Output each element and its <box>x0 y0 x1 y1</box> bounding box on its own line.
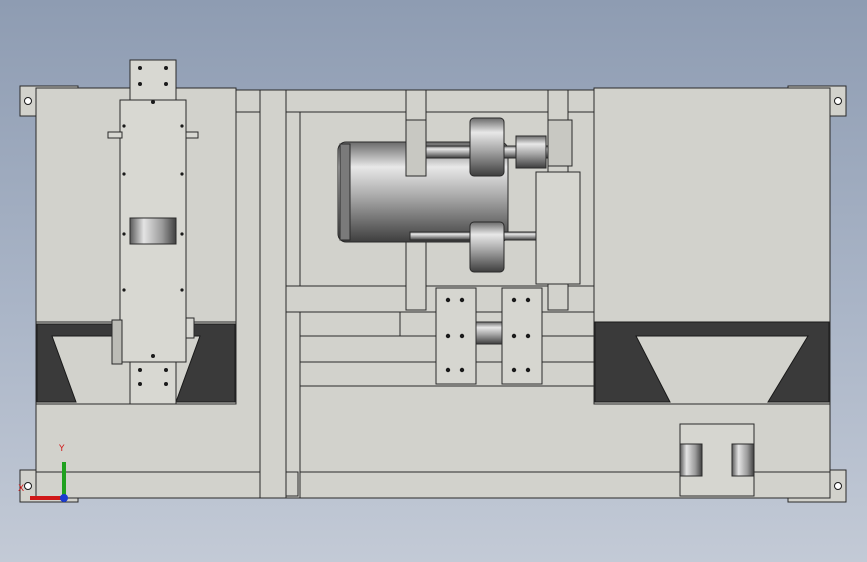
triad-y-label: Y <box>59 444 65 454</box>
cad-graphics-viewport[interactable]: X Y <box>0 0 867 562</box>
triad-x-label: X <box>18 484 25 494</box>
triad-z-axis <box>60 494 68 502</box>
